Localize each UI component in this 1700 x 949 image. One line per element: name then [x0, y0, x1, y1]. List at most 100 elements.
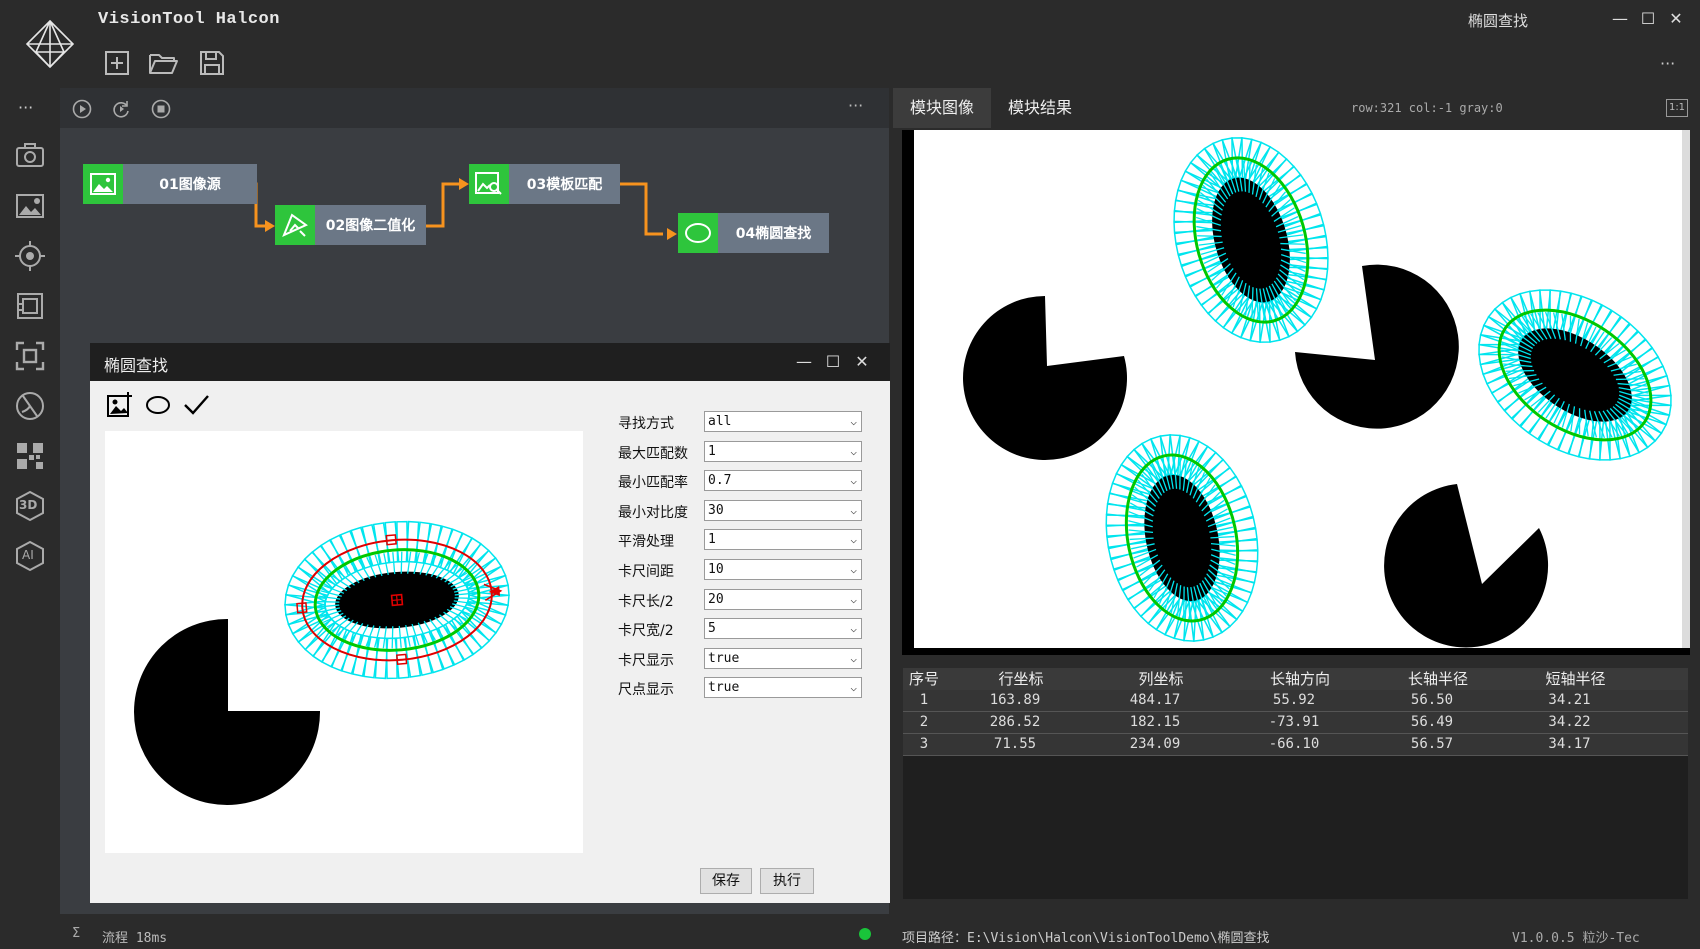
table-header-cell: 长轴半径: [1407, 670, 1468, 688]
template-match-icon: [469, 164, 509, 204]
table-cell: -73.91: [1268, 714, 1320, 730]
table-header-cell: 列坐标: [1138, 670, 1184, 688]
table-cell: 56.49: [1410, 714, 1454, 730]
3d-icon[interactable]: 3D: [14, 490, 46, 522]
version-label: V1.0.0.5 粒沙-Tec: [1512, 931, 1640, 946]
dialog-title-bar[interactable]: 椭圆查找 — ☐ ✕: [90, 343, 890, 381]
param-value: 30: [708, 503, 724, 518]
flow-node-ellipse-find[interactable]: 04椭圆查找: [678, 213, 829, 253]
caliper-spoke: [398, 625, 402, 648]
focus-frame-icon[interactable]: [14, 340, 46, 372]
close-button[interactable]: ✕: [1664, 8, 1688, 30]
ellipse-tool-icon[interactable]: [144, 393, 172, 417]
flow-more-button[interactable]: ···: [848, 96, 863, 115]
table-cell: 286.52: [989, 714, 1041, 730]
table-row[interactable]: 2 286.52 182.15 -73.91 56.49 34.22: [903, 712, 1688, 734]
result-panel: 模块图像 模块结果 row:321 col:-1 gray:0 1:1 序号 行坐…: [893, 88, 1700, 914]
confirm-check-icon[interactable]: [182, 393, 210, 417]
table-header-cell: 行坐标: [998, 670, 1044, 688]
app-logo-icon: [25, 19, 75, 69]
chevron-down-icon: ⌵: [850, 415, 857, 428]
table-cell: 71.55: [993, 736, 1037, 752]
window-title: 椭圆查找: [1468, 12, 1529, 30]
table-cell: 3: [919, 736, 929, 752]
table-header-cell: 序号: [909, 670, 940, 688]
table-cell: 34.21: [1548, 692, 1591, 708]
binarize-icon: [275, 205, 315, 245]
table-header-cell: 短轴半径: [1545, 670, 1606, 688]
param-select[interactable]: 10 ⌵: [704, 559, 862, 580]
param-label: 尺点显示: [618, 682, 674, 698]
tab-module-image[interactable]: 模块图像: [893, 88, 991, 128]
load-image-icon[interactable]: [106, 391, 134, 419]
measure-icon[interactable]: [14, 390, 46, 422]
layers-icon[interactable]: [14, 290, 46, 322]
chevron-down-icon: ⌵: [850, 563, 857, 576]
param-select[interactable]: 30 ⌵: [704, 500, 862, 521]
minimize-button[interactable]: —: [1608, 8, 1632, 30]
param-select[interactable]: 20 ⌵: [704, 589, 862, 610]
chevron-down-icon: ⌵: [850, 533, 857, 546]
flow-node-image-source[interactable]: 01图像源: [83, 164, 257, 204]
camera-icon[interactable]: [14, 140, 46, 172]
flow-node-label: 03模板匹配: [509, 164, 620, 204]
dialog-maximize-button[interactable]: ☐: [822, 351, 844, 373]
caliper-spoke: [392, 552, 396, 575]
table-cell: -66.10: [1268, 736, 1320, 752]
dialog-close-button[interactable]: ✕: [851, 351, 873, 373]
new-file-icon[interactable]: [101, 47, 133, 79]
table-header-row: 序号 行坐标 列坐标 长轴方向 长轴半径 短轴半径: [903, 668, 1688, 690]
param-select[interactable]: 0.7 ⌵: [704, 470, 862, 491]
table-row[interactable]: 1 163.89 484.17 55.92 56.50 34.21: [903, 690, 1688, 712]
table-cell: 182.15: [1129, 714, 1181, 730]
rail-more-button[interactable]: ···: [18, 98, 33, 117]
param-label: 寻找方式: [618, 416, 674, 432]
param-select[interactable]: 5 ⌵: [704, 618, 862, 639]
param-select[interactable]: true ⌵: [704, 648, 862, 669]
image-scrollbar[interactable]: [1682, 130, 1690, 648]
open-folder-icon[interactable]: [147, 47, 179, 79]
sigma-icon: Σ: [72, 926, 81, 941]
fit-scale-button[interactable]: 1:1: [1666, 99, 1688, 117]
target-icon[interactable]: [14, 240, 46, 272]
loop-run-icon[interactable]: [111, 99, 131, 119]
flow-node-template-match[interactable]: 03模板匹配: [469, 164, 620, 204]
run-button[interactable]: 执行: [760, 868, 814, 894]
run-icon[interactable]: [72, 99, 92, 119]
ai-icon[interactable]: AI: [14, 540, 46, 572]
chevron-down-icon: ⌵: [850, 622, 857, 635]
param-select[interactable]: all ⌵: [704, 411, 862, 432]
image-settings-icon[interactable]: [14, 190, 46, 222]
stop-icon[interactable]: [151, 99, 171, 119]
table-cell: 34.17: [1548, 736, 1591, 752]
param-label: 卡尺显示: [618, 653, 674, 669]
flow-node-binarize[interactable]: 02图像二值化: [275, 205, 426, 245]
table-cell: 56.50: [1410, 692, 1454, 708]
param-select[interactable]: true ⌵: [704, 677, 862, 698]
table-cell: 1: [919, 692, 929, 708]
dialog-minimize-button[interactable]: —: [793, 351, 815, 373]
param-label: 卡尺宽/2: [618, 623, 674, 639]
param-select[interactable]: 1 ⌵: [704, 529, 862, 550]
caliper-box: [442, 619, 474, 661]
save-disk-icon[interactable]: [196, 47, 228, 79]
param-value: 5: [708, 621, 716, 636]
tab-module-result[interactable]: 模块结果: [991, 88, 1089, 128]
qr-code-icon[interactable]: [14, 440, 46, 472]
param-value: 1: [708, 444, 716, 459]
dialog-image-preview[interactable]: [105, 431, 583, 853]
param-label: 卡尺间距: [618, 564, 674, 580]
maximize-button[interactable]: ☐: [1636, 8, 1660, 30]
flow-toolbar: ···: [60, 88, 889, 128]
table-cell: 56.57: [1410, 736, 1454, 752]
table-row[interactable]: 3 71.55 234.09 -66.10 56.57 34.17: [903, 734, 1688, 756]
result-table-empty-area: [903, 756, 1688, 899]
left-rail: ··· 3D AI: [0, 88, 60, 949]
param-label: 最小匹配率: [618, 475, 688, 491]
param-value: 20: [708, 592, 724, 607]
ellipse-find-dialog: 椭圆查找 — ☐ ✕ 寻找方式 all ⌵ 最大匹配数 1 ⌵ 最小匹配率 0.…: [90, 343, 890, 903]
save-button[interactable]: 保存: [700, 868, 752, 894]
top-more-button[interactable]: ···: [1660, 54, 1675, 73]
param-select[interactable]: 1 ⌵: [704, 441, 862, 462]
module-image-view[interactable]: [902, 130, 1690, 655]
